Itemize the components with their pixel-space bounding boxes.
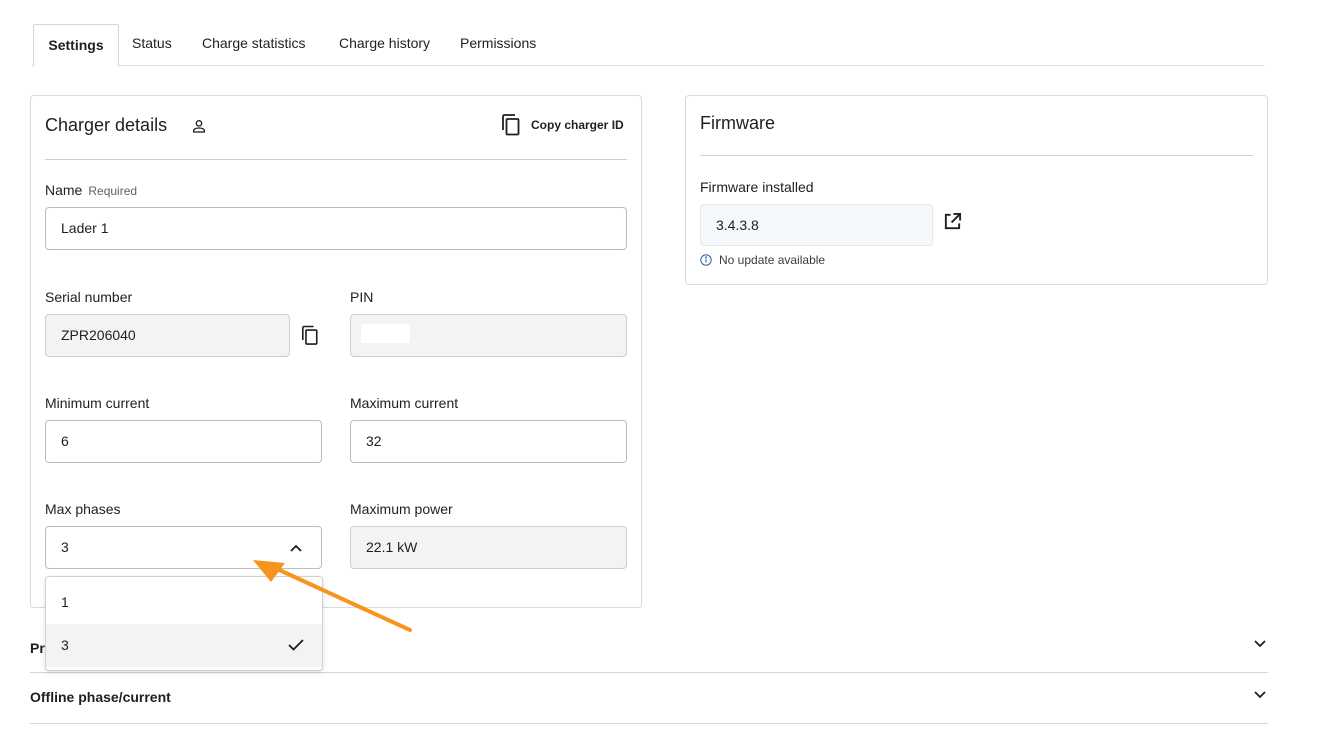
accordion-offline-phase-current[interactable]: Offline phase/current <box>30 673 1268 724</box>
firmware-status-text: No update available <box>719 253 826 267</box>
firmware-installed-label: Firmware installed <box>700 179 814 195</box>
info-icon <box>700 254 712 266</box>
copy-icon <box>501 114 521 136</box>
tab-status[interactable]: Status <box>132 24 172 66</box>
name-input[interactable]: Lader 1 <box>45 207 627 250</box>
serial-number-field: ZPR206040 <box>45 314 290 357</box>
accordion-offline-title: Offline phase/current <box>30 689 171 705</box>
dropdown-option-3-label: 3 <box>61 637 69 653</box>
tab-charge-statistics[interactable]: Charge statistics <box>202 24 305 66</box>
maximum-current-label: Maximum current <box>350 395 459 411</box>
tab-charge-history[interactable]: Charge history <box>339 24 430 66</box>
pin-redaction <box>361 324 410 343</box>
firmware-installed-field: 3.4.3.8 <box>700 204 933 246</box>
firmware-status: No update available <box>700 253 825 267</box>
pin-field <box>350 314 627 357</box>
tab-permissions[interactable]: Permissions <box>460 24 536 66</box>
tab-bar: Settings Status Charge statistics Charge… <box>32 24 1265 67</box>
check-icon <box>288 638 304 652</box>
required-hint: Required <box>88 184 138 198</box>
person-icon <box>189 116 209 136</box>
firmware-title: Firmware <box>700 113 775 133</box>
dropdown-option-1[interactable]: 1 <box>46 581 322 624</box>
dropdown-option-3[interactable]: 3 <box>46 624 322 667</box>
pin-label: PIN <box>350 289 374 305</box>
copy-charger-id-button[interactable]: Copy charger ID <box>501 114 624 136</box>
serial-number-label: Serial number <box>45 289 133 305</box>
copy-charger-id-label: Copy charger ID <box>531 118 624 132</box>
firmware-card: Firmware Firmware installed 3.4.3.8 No u… <box>685 95 1268 285</box>
max-phases-value: 3 <box>61 539 69 555</box>
firmware-divider <box>700 155 1253 156</box>
minimum-current-label: Minimum current <box>45 395 150 411</box>
open-external-icon[interactable] <box>941 210 963 232</box>
charger-details-card: Charger details Copy charger ID Name Requ… <box>30 95 642 608</box>
charger-details-title: Charger details <box>45 115 168 135</box>
name-label: Name Required <box>45 182 138 198</box>
accordion-pr-title: Pr <box>30 640 45 656</box>
maximum-power-field: 22.1 kW <box>350 526 627 569</box>
chevron-up-icon <box>289 542 303 554</box>
max-phases-label: Max phases <box>45 501 121 517</box>
chevron-down-icon <box>1254 640 1266 648</box>
maximum-current-input[interactable]: 32 <box>350 420 627 463</box>
copy-serial-icon[interactable] <box>300 323 320 347</box>
max-phases-select[interactable]: 3 <box>45 526 322 569</box>
max-phases-dropdown: 1 3 <box>45 576 323 671</box>
chevron-down-icon <box>1254 691 1266 699</box>
charger-divider <box>45 159 627 160</box>
maximum-power-label: Maximum power <box>350 501 453 517</box>
minimum-current-input[interactable]: 6 <box>45 420 322 463</box>
tab-settings[interactable]: Settings <box>33 24 119 67</box>
